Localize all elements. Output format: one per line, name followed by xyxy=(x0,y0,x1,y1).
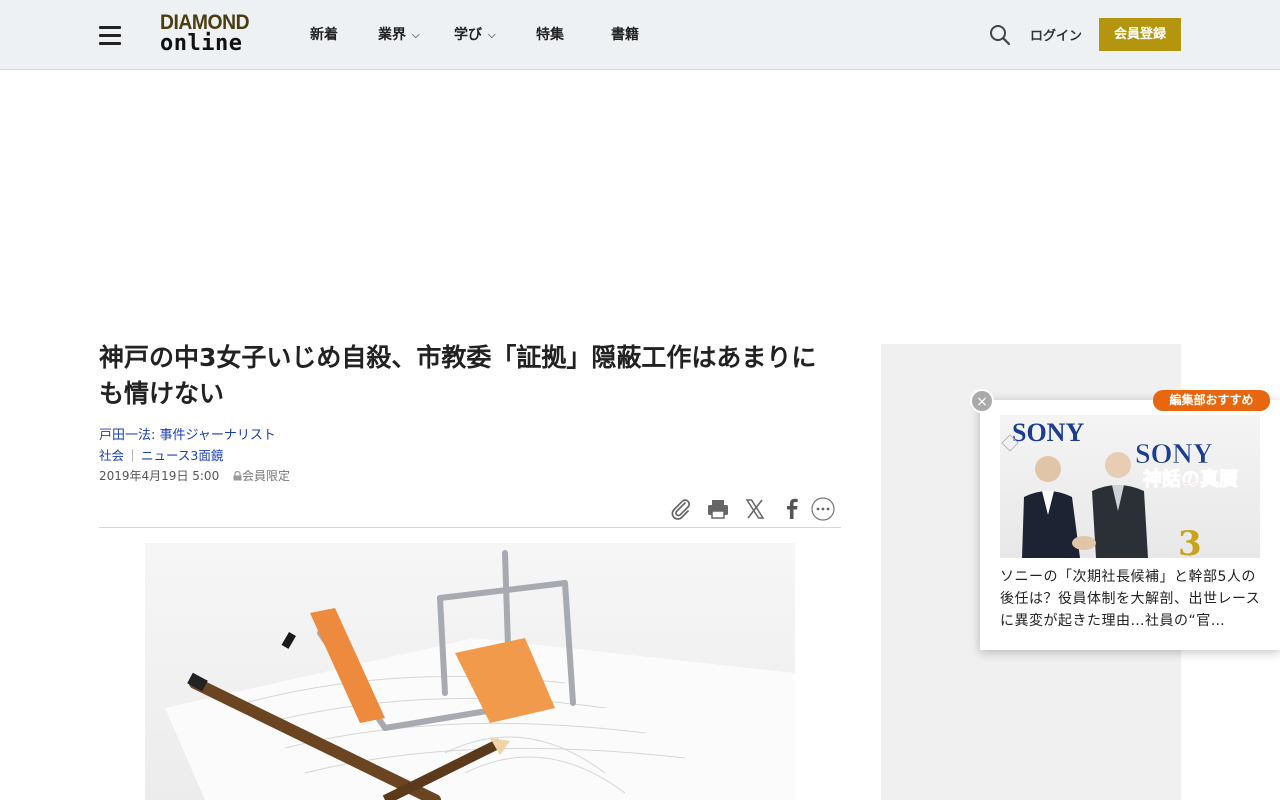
nav-label: 特集 xyxy=(536,27,564,43)
menu-icon[interactable] xyxy=(99,25,121,45)
search-icon[interactable] xyxy=(989,24,1011,46)
article-title: 神戸の中3女子いじめ自殺、市教委「証拠」隠蔽工作はあまりにも情けない xyxy=(99,343,817,408)
site-header: DIAMOND online 新着 業界 ⌵ 学び ⌵ 特集 書籍 ログイン 会員登… xyxy=(0,0,1280,70)
article-hero-image xyxy=(145,543,795,800)
category-list: 社会 ニュース3面鏡 xyxy=(99,445,223,464)
lock-icon xyxy=(233,470,242,481)
nav-label: 学び xyxy=(454,27,482,43)
divider xyxy=(99,527,841,528)
print-icon[interactable] xyxy=(705,496,731,522)
clip-icon[interactable] xyxy=(668,496,694,522)
publish-date: 2019年4月19日 5:00 xyxy=(99,469,220,483)
logo-text: SONY xyxy=(1012,418,1084,447)
editor-pick-badge: 編集部おすすめ xyxy=(1153,390,1270,411)
close-icon[interactable]: × xyxy=(970,389,994,413)
chevron-down-icon: ⌵ xyxy=(488,30,496,41)
facebook-icon[interactable] xyxy=(779,496,805,522)
members-only-badge: 会員限定 xyxy=(233,467,290,484)
logo-text: SONY xyxy=(1135,439,1213,470)
x-icon[interactable] xyxy=(742,496,768,522)
nav-item-new[interactable]: 新着 xyxy=(310,24,338,44)
popup-headline[interactable]: ソニーの「次期社長候補」と幹部5人の後任は？役員体制を大解剖、出世レースに異変が… xyxy=(1000,566,1265,632)
series-number: 3 xyxy=(1178,524,1202,558)
nav-label: 業界 xyxy=(378,27,406,43)
chevron-down-icon: ⌵ xyxy=(412,30,420,41)
series-title: 神話の真贋 xyxy=(1143,467,1238,490)
nav-item-features[interactable]: 特集 xyxy=(536,24,564,44)
more-icon[interactable] xyxy=(810,496,836,522)
nav-item-learning[interactable]: 学び ⌵ xyxy=(454,24,496,44)
register-button[interactable]: 会員登録 xyxy=(1099,18,1181,51)
author-link[interactable]: 戸田一法: 事件ジャーナリスト xyxy=(99,424,276,443)
sony-feature-image: SONY SONY 神話の真贋 3 xyxy=(1001,418,1238,558)
logo-bottom-text: online xyxy=(160,31,243,56)
nav-item-industry[interactable]: 業界 ⌵ xyxy=(378,24,420,44)
members-only-label: 会員限定 xyxy=(242,469,291,483)
site-logo[interactable]: DIAMOND online xyxy=(160,12,262,58)
desk-illustration xyxy=(165,550,795,800)
category-separator xyxy=(132,449,134,462)
article-meta: 2019年4月19日 5:00 会員限定 xyxy=(99,467,290,484)
popup-thumbnail[interactable]: SONY SONY 神話の真贋 3 xyxy=(1000,415,1260,558)
login-link[interactable]: ログイン xyxy=(1030,25,1082,44)
category-link[interactable]: 社会 xyxy=(99,448,124,463)
category-link[interactable]: ニュース3面鏡 xyxy=(141,448,223,463)
nav-label: 新着 xyxy=(310,27,338,43)
nav-label: 書籍 xyxy=(611,27,639,43)
nav-item-books[interactable]: 書籍 xyxy=(611,24,639,44)
